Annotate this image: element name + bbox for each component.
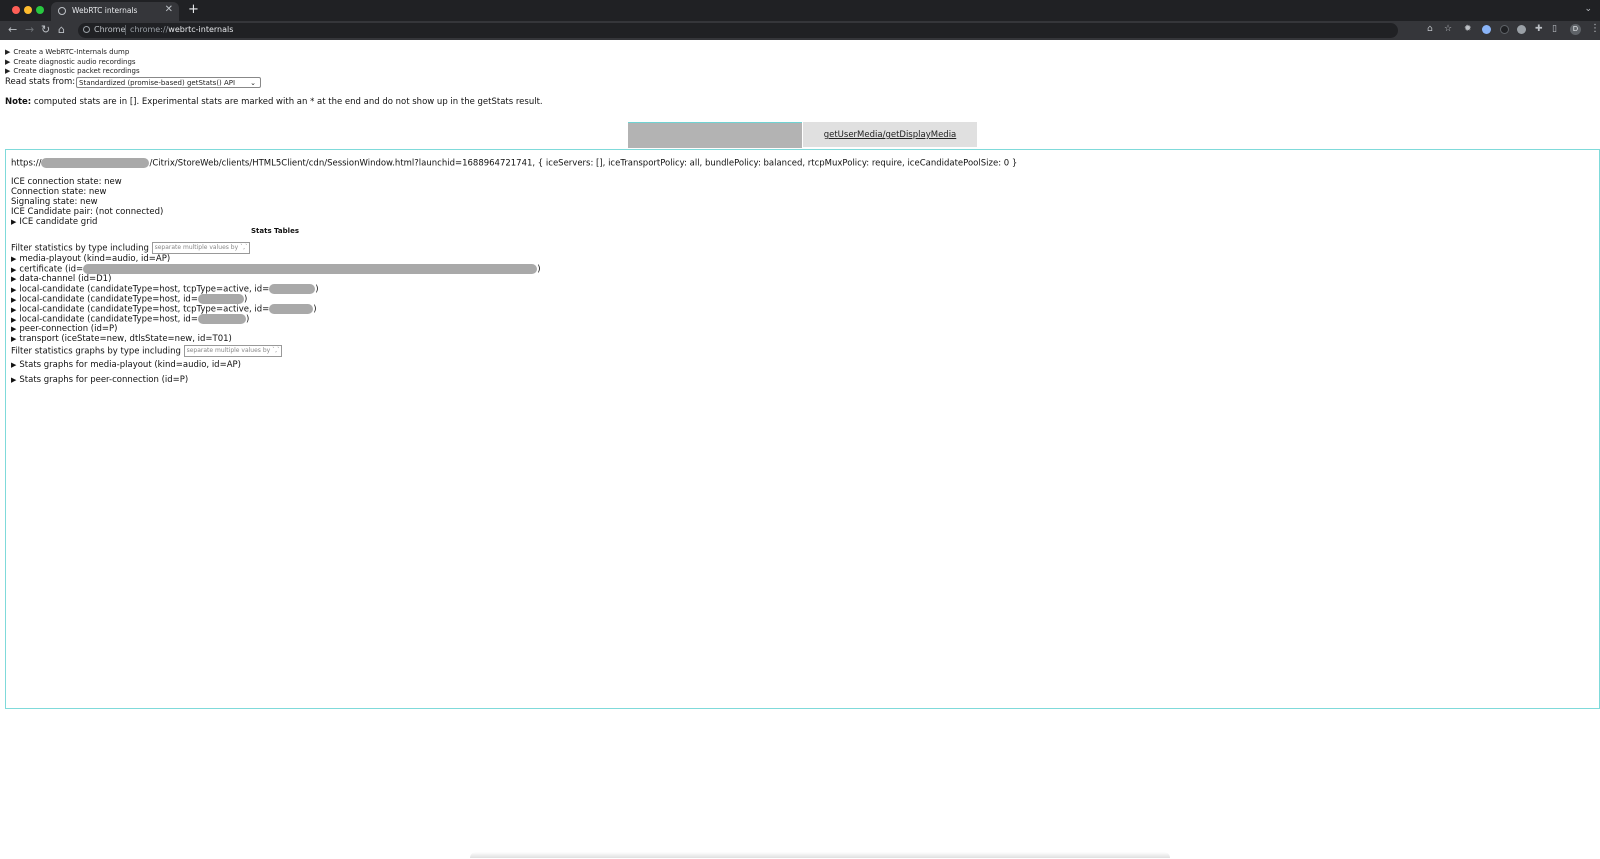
redacted-id xyxy=(197,314,246,324)
connection-url: https:///Citrix/StoreWeb/clients/HTML5Cl… xyxy=(11,158,1018,169)
omnibox-divider xyxy=(125,25,126,35)
redacted-id xyxy=(269,304,314,314)
packet-recordings-disclosure[interactable]: ▶ Create diagnostic packet recordings xyxy=(5,67,140,75)
stats-tables-title: Stats Tables xyxy=(251,227,299,235)
tab-title: WebRTC internals xyxy=(72,6,138,15)
url-text[interactable]: chrome://webrtc-internals xyxy=(130,25,233,34)
stats-row-certificate[interactable]: ▶ certificate (id=) xyxy=(11,264,541,275)
ice-candidate-grid-disclosure[interactable]: ▶ ICE candidate grid xyxy=(11,217,97,227)
puzzle-icon[interactable]: ✚ xyxy=(1535,24,1543,34)
extension-blue-icon[interactable] xyxy=(1482,25,1491,34)
ice-connection-state: ICE connection state: new xyxy=(11,177,122,187)
audio-recordings-disclosure[interactable]: ▶ Create diagnostic audio recordings xyxy=(5,58,136,66)
side-panel-icon[interactable]: ▯ xyxy=(1552,24,1557,34)
extension-grey-icon[interactable] xyxy=(1517,25,1526,34)
ice-candidate-pair: ICE Candidate pair: (not connected) xyxy=(11,207,164,217)
reload-button[interactable]: ↻ xyxy=(41,23,50,36)
note-text: Note: computed stats are in []. Experime… xyxy=(5,97,543,107)
redacted-id xyxy=(197,294,244,304)
triangle-icon: ▶ xyxy=(11,361,17,369)
chrome-icon xyxy=(83,26,90,33)
dump-disclosure[interactable]: ▶ Create a WebRTC-Internals dump xyxy=(5,48,129,56)
graphs-filter: Filter statistics graphs by type includi… xyxy=(11,345,282,357)
graphs-row-peer-connection[interactable]: ▶ Stats graphs for peer-connection (id=P) xyxy=(11,375,188,385)
forward-button[interactable]: → xyxy=(25,23,34,36)
tab-strip: WebRTC internals ✕ + ⌄ xyxy=(0,0,1600,21)
bottom-shadow xyxy=(470,852,1170,858)
stats-filter-input[interactable]: separate multiple values by `,` xyxy=(151,242,250,254)
peer-connection-panel: https:///Citrix/StoreWeb/clients/HTML5Cl… xyxy=(5,149,1600,709)
profile-avatar[interactable]: D xyxy=(1570,24,1581,35)
redacted-host xyxy=(41,158,150,168)
new-tab-button[interactable]: + xyxy=(188,2,199,17)
redacted-id xyxy=(269,284,316,294)
triangle-icon: ▶ xyxy=(11,285,17,294)
triangle-icon: ▶ xyxy=(11,218,17,226)
read-stats-label: Read stats from: xyxy=(5,77,76,87)
redacted-id xyxy=(83,264,538,274)
triangle-icon: ▶ xyxy=(11,325,17,333)
page-content: ▶ Create a WebRTC-Internals dump ▶ Create … xyxy=(0,40,1600,859)
back-button[interactable]: ← xyxy=(8,23,17,36)
triangle-icon: ▶ xyxy=(5,48,11,56)
close-window-icon[interactable] xyxy=(12,6,20,14)
stats-filter: Filter statistics by type including sepa… xyxy=(11,242,250,254)
bookmark-star-icon[interactable]: ☆ xyxy=(1444,24,1452,34)
triangle-icon: ▶ xyxy=(11,315,17,324)
stats-row-local-candidate[interactable]: ▶ local-candidate (candidateType=host, tc… xyxy=(11,304,317,315)
triangle-icon: ▶ xyxy=(11,335,17,343)
graphs-row-media-playout[interactable]: ▶ Stats graphs for media-playout (kind=au… xyxy=(11,360,241,370)
stats-row-local-candidate[interactable]: ▶ local-candidate (candidateType=host, id… xyxy=(11,314,249,325)
triangle-icon: ▶ xyxy=(11,255,17,263)
triangle-icon: ▶ xyxy=(11,265,17,274)
browser-toolbar: ← → ↻ ⌂ Chrome chrome://webrtc-internals… xyxy=(0,21,1600,40)
triangle-icon: ▶ xyxy=(11,305,17,314)
graphs-filter-input[interactable]: separate multiple values by `,` xyxy=(183,345,282,357)
globe-icon xyxy=(58,7,66,15)
signaling-state: Signaling state: new xyxy=(11,197,98,207)
address-bar[interactable]: Chrome chrome://webrtc-internals xyxy=(78,23,1398,38)
extension-dark-icon[interactable] xyxy=(1500,25,1509,34)
stats-row-local-candidate[interactable]: ▶ local-candidate (candidateType=host, id… xyxy=(11,294,247,305)
stats-row-peer-connection[interactable]: ▶ peer-connection (id=P) xyxy=(11,324,117,334)
read-stats-select[interactable]: Standardized (promise-based) getStats() … xyxy=(76,77,261,88)
stats-row-local-candidate[interactable]: ▶ local-candidate (candidateType=host, tc… xyxy=(11,284,319,295)
browser-tab-webrtc-internals[interactable]: WebRTC internals ✕ xyxy=(51,2,179,21)
triangle-icon: ▶ xyxy=(11,295,17,304)
stats-row-media-playout[interactable]: ▶ media-playout (kind=audio, id=AP) xyxy=(11,254,170,264)
chevron-down-icon[interactable]: ⌄ xyxy=(1584,4,1592,14)
triangle-icon: ▶ xyxy=(5,58,11,66)
close-tab-icon[interactable]: ✕ xyxy=(165,4,173,15)
home-button[interactable]: ⌂ xyxy=(58,23,65,36)
tab-getusermedia[interactable]: getUserMedia/getDisplayMedia xyxy=(803,122,977,147)
maximize-window-icon[interactable] xyxy=(36,6,44,14)
menu-icon[interactable]: ⋮ xyxy=(1590,23,1600,34)
extension-gear-icon[interactable]: ✹ xyxy=(1464,24,1472,34)
tab-peer-connection[interactable] xyxy=(628,122,802,148)
stats-row-transport[interactable]: ▶ transport (iceState=new, dtlsState=new,… xyxy=(11,334,232,344)
share-icon[interactable]: ⌂ xyxy=(1427,24,1433,34)
stats-row-data-channel[interactable]: ▶ data-channel (id=D1) xyxy=(11,274,111,284)
minimize-window-icon[interactable] xyxy=(24,6,32,14)
omnibox-chip: Chrome xyxy=(94,25,126,34)
triangle-icon: ▶ xyxy=(5,67,11,75)
connection-state: Connection state: new xyxy=(11,187,107,197)
triangle-icon: ▶ xyxy=(11,376,17,384)
triangle-icon: ▶ xyxy=(11,275,17,283)
chevron-down-icon: ⌄ xyxy=(250,79,256,87)
